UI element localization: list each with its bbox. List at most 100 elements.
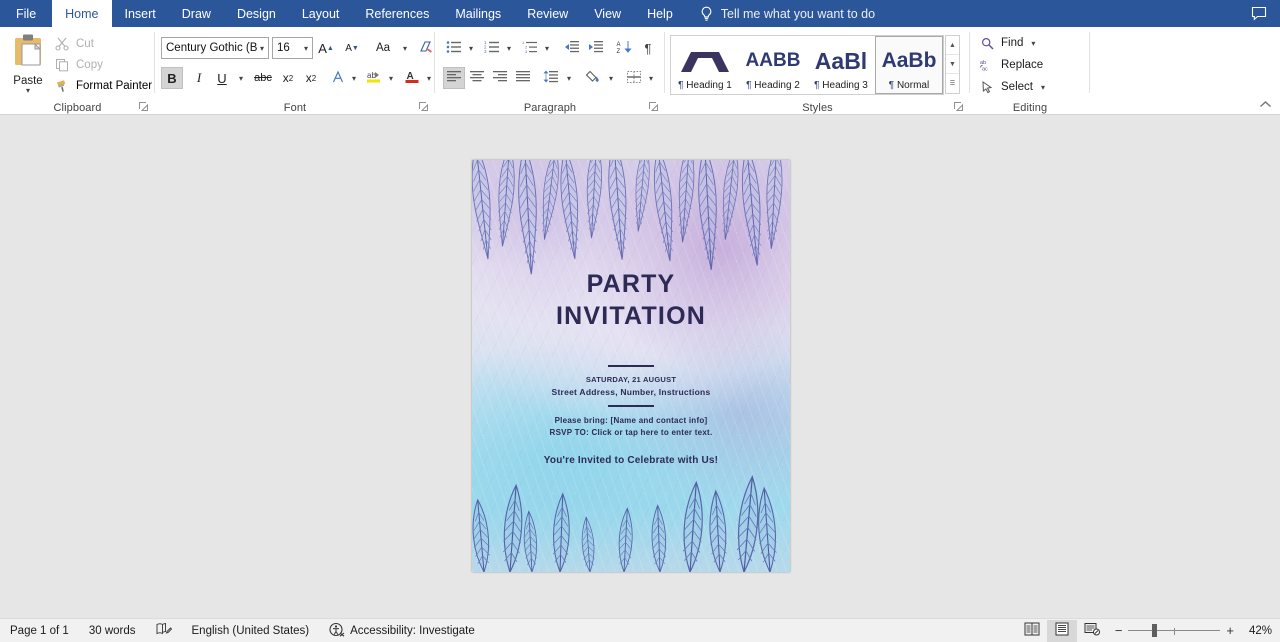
tab-review[interactable]: Review	[514, 0, 581, 27]
text-effects-button[interactable]	[327, 67, 349, 89]
multilevel-list-button[interactable]: 1 2 3	[519, 37, 541, 59]
format-painter-icon	[54, 78, 70, 94]
format-painter-button[interactable]: Format Painter	[52, 76, 152, 95]
style-heading-3[interactable]: AaBl ¶ Heading 3	[807, 36, 875, 94]
subscript-button[interactable]: x2	[277, 67, 299, 89]
tab-help[interactable]: Help	[634, 0, 686, 27]
invitation-title-line2: INVITATION	[556, 302, 706, 330]
accessibility-status[interactable]: Accessibility: Investigate	[319, 622, 485, 640]
style-normal[interactable]: AaBb ¶ Normal	[875, 36, 943, 94]
proofing-status[interactable]	[146, 622, 182, 639]
document-page[interactable]: PARTY INVITATION SATURDAY, 21 AUGUST Str…	[472, 160, 790, 572]
font-size-chevron-down-icon[interactable]: ▾	[304, 44, 308, 53]
scroll-down-icon[interactable]: ▼	[946, 55, 959, 74]
text-highlight-button[interactable]: ab	[363, 67, 385, 89]
tab-layout[interactable]: Layout	[289, 0, 353, 27]
align-center-button[interactable]	[466, 67, 488, 89]
collapse-ribbon-button[interactable]	[1259, 100, 1272, 112]
change-case-chevron-down-icon[interactable]: ▾	[399, 37, 411, 59]
multilevel-list-chevron-down-icon[interactable]: ▾	[541, 37, 553, 59]
zoom-in-button[interactable]: +	[1226, 623, 1234, 638]
bullet-list-button[interactable]	[443, 37, 465, 59]
invitation-rsvp[interactable]: RSVP TO: Click or tap here to enter text…	[472, 428, 790, 437]
shrink-font-button[interactable]: A ▼	[341, 37, 363, 59]
zoom-slider[interactable]	[1128, 624, 1221, 637]
find-chevron-down-icon[interactable]: ▾	[1031, 39, 1035, 48]
numbered-list-chevron-down-icon[interactable]: ▾	[503, 37, 515, 59]
text-highlight-chevron-down-icon[interactable]: ▾	[385, 67, 397, 89]
invitation-text-block[interactable]: PARTY INVITATION SATURDAY, 21 AUGUST Str…	[472, 160, 790, 572]
page-indicator[interactable]: Page 1 of 1	[0, 625, 79, 637]
increase-indent-button[interactable]	[585, 37, 607, 59]
more-styles-icon[interactable]: ☰	[946, 74, 959, 93]
line-spacing-button[interactable]	[540, 67, 562, 89]
view-print-layout-button[interactable]	[1046, 619, 1077, 642]
font-name-value: Century Gothic (B	[166, 42, 258, 54]
select-button[interactable]: Select ▾	[980, 77, 1045, 97]
font-dialog-launcher-icon[interactable]	[418, 101, 429, 112]
shading-button[interactable]	[583, 67, 605, 89]
view-read-mode-button[interactable]	[1017, 620, 1047, 642]
bullet-list-chevron-down-icon[interactable]: ▾	[465, 37, 477, 59]
text-effects-icon	[331, 70, 346, 87]
clipboard-dialog-launcher-icon[interactable]	[138, 101, 149, 112]
ribbon-group-paragraph: ▾ 1 2 3 ▾ 1 2 3 ▾ A Z ¶ ▾ ▾ ▾ Paragraph	[435, 27, 665, 115]
tab-home[interactable]: Home	[52, 0, 112, 27]
sort-button[interactable]: A Z	[613, 37, 635, 59]
tab-view[interactable]: View	[581, 0, 634, 27]
tab-design[interactable]: Design	[224, 0, 289, 27]
align-right-button[interactable]	[489, 67, 511, 89]
comment-icon[interactable]	[1248, 4, 1270, 24]
tab-references[interactable]: References	[352, 0, 442, 27]
justify-button[interactable]	[512, 67, 534, 89]
shading-chevron-down-icon[interactable]: ▾	[605, 67, 617, 89]
tab-insert[interactable]: Insert	[112, 0, 169, 27]
select-chevron-down-icon[interactable]: ▾	[1041, 83, 1045, 92]
numbered-list-button[interactable]: 1 2 3	[481, 37, 503, 59]
decrease-indent-button[interactable]	[561, 37, 583, 59]
tell-me-search[interactable]: Tell me what you want to do	[700, 0, 875, 27]
document-canvas[interactable]: PARTY INVITATION SATURDAY, 21 AUGUST Str…	[0, 115, 1280, 618]
underline-chevron-down-icon[interactable]: ▾	[235, 67, 247, 89]
tab-file[interactable]: File	[0, 0, 52, 27]
zoom-level-label[interactable]: 42%	[1242, 625, 1272, 637]
underline-button[interactable]: U	[211, 67, 233, 89]
change-case-button[interactable]: Aa	[368, 37, 398, 59]
view-web-layout-button[interactable]	[1077, 620, 1107, 642]
font-size-combobox[interactable]: 16 ▾	[272, 37, 313, 59]
paste-chevron-down-icon[interactable]: ▾	[26, 87, 30, 95]
language-indicator[interactable]: English (United States)	[182, 625, 320, 637]
word-count[interactable]: 30 words	[79, 625, 146, 637]
tab-mailings[interactable]: Mailings	[442, 0, 514, 27]
text-highlight-icon: ab	[366, 69, 382, 87]
paragraph-dialog-launcher-icon[interactable]	[648, 101, 659, 112]
line-spacing-chevron-down-icon[interactable]: ▾	[563, 67, 575, 89]
align-left-button[interactable]	[443, 67, 465, 89]
zoom-out-button[interactable]: −	[1115, 623, 1123, 638]
zoom-slider-thumb[interactable]	[1152, 624, 1158, 637]
find-button[interactable]: Find ▾	[980, 33, 1035, 53]
superscript-button[interactable]: x2	[300, 67, 322, 89]
zoom-slider-group[interactable]: − +	[1107, 623, 1242, 638]
strikethrough-button[interactable]: abc	[252, 67, 274, 89]
paste-button[interactable]: Paste ▾	[6, 32, 50, 104]
style-heading-2[interactable]: AABB ¶ Heading 2	[739, 36, 807, 94]
text-effects-chevron-down-icon[interactable]: ▾	[348, 67, 360, 89]
font-name-combobox[interactable]: Century Gothic (B ▾	[161, 37, 269, 59]
show-paragraph-marks-button[interactable]: ¶	[637, 37, 659, 59]
borders-button[interactable]	[623, 67, 645, 89]
borders-chevron-down-icon[interactable]: ▾	[645, 67, 657, 89]
italic-button[interactable]: I	[188, 67, 210, 89]
bold-button[interactable]: B	[161, 67, 183, 89]
styles-gallery[interactable]: ¶ Heading 1 AABB ¶ Heading 2 AaBl ¶ Head…	[670, 35, 944, 95]
change-case-label: Aa	[375, 42, 391, 54]
style-heading-1[interactable]: ¶ Heading 1	[671, 36, 739, 94]
font-color-button[interactable]: A	[401, 67, 423, 89]
font-name-chevron-down-icon[interactable]: ▾	[260, 44, 264, 53]
tab-draw[interactable]: Draw	[169, 0, 224, 27]
replace-button[interactable]: ab ac Replace	[980, 55, 1043, 75]
style-normal-preview: AaBb	[881, 49, 937, 72]
grow-font-button[interactable]: A ▲	[315, 37, 337, 59]
scroll-up-icon[interactable]: ▲	[946, 36, 959, 55]
styles-dialog-launcher-icon[interactable]	[953, 101, 964, 112]
